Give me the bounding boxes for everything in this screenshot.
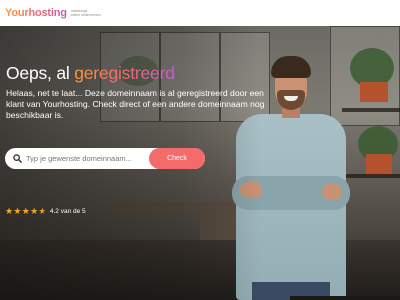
domain-search-form: Check bbox=[5, 148, 205, 169]
person-hand bbox=[322, 184, 342, 200]
title-accent: geregistreerd bbox=[74, 63, 175, 83]
plant-pot bbox=[360, 82, 388, 102]
logo-wordmark: Yourhosting bbox=[5, 7, 67, 19]
site-header: Yourhosting onbezorgd online ondernemen bbox=[0, 0, 400, 26]
check-button[interactable]: Check bbox=[149, 148, 205, 169]
rating-text: 4.2 van de 5 bbox=[49, 207, 86, 215]
logo-tagline: onbezorgd online ondernemen bbox=[71, 9, 101, 18]
person-hair bbox=[271, 56, 311, 78]
search-icon bbox=[8, 148, 26, 169]
page-title: Oeps, al geregistreerd bbox=[6, 63, 175, 84]
star-half-icon: ★ bbox=[38, 206, 47, 216]
plant-pot bbox=[366, 154, 392, 176]
star-icon: ★ bbox=[21, 206, 30, 216]
rating-stars: ★ ★ ★ ★ ★ bbox=[5, 206, 47, 216]
title-plain: Oeps, al bbox=[6, 63, 75, 83]
page-subtitle: Helaas, net te laat... Deze domeinnaam i… bbox=[6, 88, 265, 120]
bottom-bar bbox=[290, 296, 400, 300]
rating-block: ★ ★ ★ ★ ★ 4.2 van de 5 bbox=[5, 206, 86, 216]
star-icon: ★ bbox=[13, 206, 22, 216]
yourhosting-logo[interactable]: Yourhosting onbezorgd online ondernemen bbox=[5, 7, 101, 19]
domain-search-input[interactable] bbox=[26, 148, 149, 169]
star-icon: ★ bbox=[5, 206, 14, 216]
star-icon: ★ bbox=[30, 206, 39, 216]
logo-tagline-line2: online ondernemen bbox=[70, 13, 101, 17]
